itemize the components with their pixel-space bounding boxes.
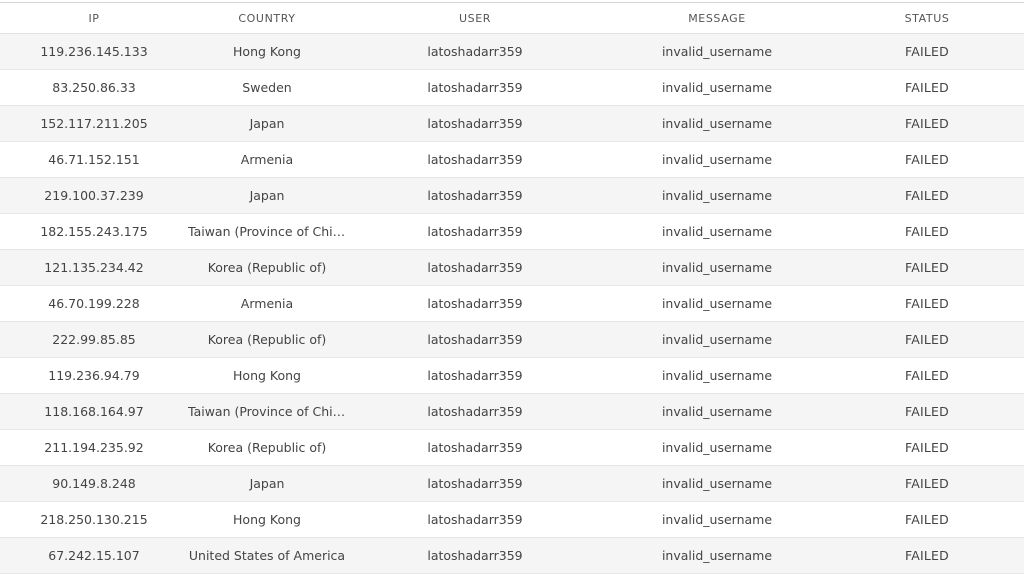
login-attempts-table: IP COUNTRY USER MESSAGE STATUS 119.236.1…	[0, 2, 1024, 578]
cell-country: Taiwan (Province of China)	[188, 224, 346, 239]
cell-country: Korea (Republic of)	[207, 440, 327, 455]
cell-ip: 119.236.145.133	[40, 44, 148, 59]
cell-status: FAILED	[905, 44, 949, 59]
cell-status: FAILED	[905, 260, 949, 275]
table-row[interactable]: 67.242.15.107 United States of America lat…	[0, 538, 1024, 574]
cell-user: latoshadarr359	[427, 332, 523, 347]
cell-status: FAILED	[905, 404, 949, 419]
table-body: 119.236.145.133 Hong Kong latoshadarr359 in…	[0, 34, 1024, 574]
cell-status: FAILED	[905, 440, 949, 455]
cell-status: FAILED	[905, 116, 949, 131]
cell-user: latoshadarr359	[427, 116, 523, 131]
cell-message: invalid_username	[661, 512, 773, 527]
cell-country: Japan	[249, 188, 285, 203]
cell-status: FAILED	[905, 512, 949, 527]
table-header: IP COUNTRY USER MESSAGE STATUS	[0, 3, 1024, 34]
cell-user: latoshadarr359	[427, 404, 523, 419]
table-row[interactable]: 182.155.243.175 Taiwan (Province of China…	[0, 214, 1024, 250]
cell-message: invalid_username	[661, 224, 773, 239]
cell-user: latoshadarr359	[427, 296, 523, 311]
table-row[interactable]: 90.149.8.248 Japan latoshadarr359 invalid_u…	[0, 466, 1024, 502]
table-row[interactable]: 119.236.94.79 Hong Kong latoshadarr359 inva…	[0, 358, 1024, 394]
cell-user: latoshadarr359	[427, 368, 523, 383]
cell-country: Japan	[249, 476, 285, 491]
cell-ip: 67.242.15.107	[48, 548, 140, 563]
cell-ip: 90.149.8.248	[52, 476, 136, 491]
cell-message: invalid_username	[661, 476, 773, 491]
cell-ip: 211.194.235.92	[44, 440, 144, 455]
cell-ip: 118.168.164.97	[44, 404, 144, 419]
cell-user: latoshadarr359	[427, 512, 523, 527]
table-row[interactable]: 218.250.130.215 Hong Kong latoshadarr359 in…	[0, 502, 1024, 538]
cell-ip: 121.135.234.42	[44, 260, 144, 275]
cell-user: latoshadarr359	[427, 80, 523, 95]
cell-status: FAILED	[905, 188, 949, 203]
cell-status: FAILED	[905, 476, 949, 491]
cell-ip: 219.100.37.239	[44, 188, 144, 203]
cell-ip: 222.99.85.85	[52, 332, 136, 347]
cell-message: invalid_username	[661, 152, 773, 167]
table-row[interactable]: 46.70.199.228 Armenia latoshadarr359 invali…	[0, 286, 1024, 322]
cell-ip: 46.71.152.151	[48, 152, 140, 167]
table-row[interactable]: 211.194.235.92 Korea (Republic of) latosha…	[0, 430, 1024, 466]
cell-message: invalid_username	[661, 404, 773, 419]
cell-message: invalid_username	[661, 368, 773, 383]
cell-status: FAILED	[905, 80, 949, 95]
table-row[interactable]: 83.250.86.33 Sweden latoshadarr359 invalid_…	[0, 70, 1024, 106]
cell-user: latoshadarr359	[427, 476, 523, 491]
cell-message: invalid_username	[661, 548, 773, 563]
cell-message: invalid_username	[661, 80, 773, 95]
table-row[interactable]: 118.168.164.97 Taiwan (Province of China)…	[0, 394, 1024, 430]
cell-message: invalid_username	[661, 440, 773, 455]
cell-user: latoshadarr359	[427, 224, 523, 239]
cell-user: latoshadarr359	[427, 152, 523, 167]
cell-user: latoshadarr359	[427, 548, 523, 563]
cell-status: FAILED	[905, 368, 949, 383]
table-row[interactable]: 46.71.152.151 Armenia latoshadarr359 invali…	[0, 142, 1024, 178]
cell-message: invalid_username	[661, 116, 773, 131]
cell-country: Armenia	[240, 152, 294, 167]
cell-country: Hong Kong	[233, 512, 301, 527]
table-row[interactable]: 219.100.37.239 Japan latoshadarr359 invalid…	[0, 178, 1024, 214]
column-header-user[interactable]: USER	[346, 12, 604, 25]
cell-ip: 83.250.86.33	[52, 80, 136, 95]
cell-status: FAILED	[905, 332, 949, 347]
cell-message: invalid_username	[661, 260, 773, 275]
cell-status: FAILED	[905, 548, 949, 563]
cell-country: Taiwan (Province of China)	[188, 404, 346, 419]
cell-user: latoshadarr359	[427, 260, 523, 275]
cell-country: Korea (Republic of)	[207, 332, 327, 347]
cell-message: invalid_username	[661, 188, 773, 203]
cell-user: latoshadarr359	[427, 44, 523, 59]
cell-message: invalid_username	[661, 296, 773, 311]
cell-message: invalid_username	[661, 332, 773, 347]
cell-country: Hong Kong	[233, 44, 301, 59]
cell-ip: 182.155.243.175	[40, 224, 148, 239]
column-header-country[interactable]: COUNTRY	[188, 12, 346, 25]
table-row[interactable]: 152.117.211.205 Japan latoshadarr359 invali…	[0, 106, 1024, 142]
cell-status: FAILED	[905, 152, 949, 167]
cell-country: Hong Kong	[233, 368, 301, 383]
column-header-status[interactable]: STATUS	[830, 12, 1024, 25]
column-header-message[interactable]: MESSAGE	[604, 12, 830, 25]
cell-ip: 46.70.199.228	[48, 296, 140, 311]
cell-country: Armenia	[240, 296, 294, 311]
cell-user: latoshadarr359	[427, 440, 523, 455]
table-row[interactable]: 222.99.85.85 Korea (Republic of) latoshada…	[0, 322, 1024, 358]
cell-ip: 218.250.130.215	[40, 512, 148, 527]
cell-ip: 119.236.94.79	[48, 368, 140, 383]
cell-user: latoshadarr359	[427, 188, 523, 203]
cell-message: invalid_username	[661, 44, 773, 59]
cell-status: FAILED	[905, 296, 949, 311]
cell-country: United States of America	[188, 548, 346, 563]
table-row[interactable]: 121.135.234.42 Korea (Republic of) latosha…	[0, 250, 1024, 286]
column-header-ip[interactable]: IP	[0, 12, 188, 25]
cell-country: Korea (Republic of)	[207, 260, 327, 275]
cell-country: Sweden	[242, 80, 292, 95]
cell-ip: 152.117.211.205	[40, 116, 148, 131]
cell-country: Japan	[249, 116, 285, 131]
cell-status: FAILED	[905, 224, 949, 239]
table-row[interactable]: 119.236.145.133 Hong Kong latoshadarr359 in…	[0, 34, 1024, 70]
